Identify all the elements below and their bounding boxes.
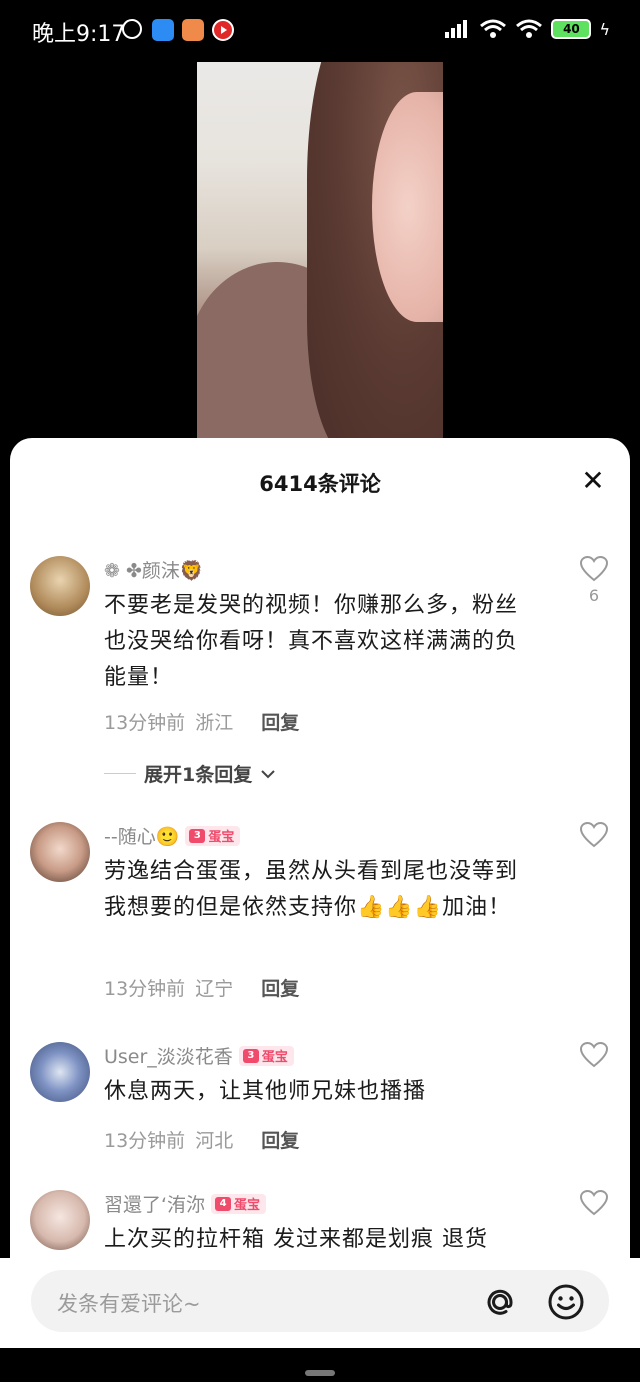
reply-button[interactable]: 回复 (261, 974, 299, 1001)
comment-text: 不要老是发哭的视频！你赚那么多，粉丝也没哭给你看呀！真不喜欢这样满满的负能量！ (104, 593, 519, 690)
comment-username[interactable]: User_淡淡花香 3 蛋宝 (104, 1042, 294, 1069)
video-frame (197, 12, 443, 442)
heart-icon (580, 1190, 608, 1216)
status-time: 晚上9:17 (32, 22, 126, 47)
badge-label: 蛋宝 (261, 1050, 288, 1065)
badge-level: 4 (215, 1196, 232, 1211)
comment-location: 浙江 (195, 712, 234, 734)
heart-icon (580, 556, 608, 582)
avatar[interactable] (30, 1190, 90, 1250)
app-notification-icon-2 (182, 19, 204, 41)
reply-button[interactable]: 回复 (261, 708, 299, 735)
chevron-down-icon (261, 769, 275, 778)
comment-input-placeholder: 发条有爱评论~ (57, 1292, 201, 1316)
battery-icon: 40 (551, 19, 592, 39)
badge-label: 蛋宝 (234, 1198, 261, 1213)
expand-label: 展开1条回复 (144, 764, 253, 786)
comment-location: 辽宁 (195, 978, 234, 1000)
heart-icon (580, 822, 608, 848)
avatar[interactable] (30, 1042, 90, 1102)
emoji-icon[interactable] (547, 1283, 585, 1321)
wifi-icon-2 (516, 19, 543, 38)
comment-meta: 13分钟前 浙江 回复 (104, 708, 299, 735)
fan-badge: 3 蛋宝 (185, 825, 241, 846)
comment-text: 劳逸结合蛋蛋，虽然从头看到尾也没等到我想要的但是依然支持你👍👍👍加油！ (104, 859, 519, 920)
badge-label: 蛋宝 (208, 830, 235, 845)
like-count: 6 (588, 586, 600, 605)
username-text: --随心🙂 (104, 826, 180, 848)
app-notification-icon (152, 19, 174, 41)
wifi-icon (480, 19, 507, 38)
username-text: ❁ ✤颜沫🦁 (104, 560, 204, 582)
mention-at-icon[interactable] (481, 1283, 519, 1321)
comment-username[interactable]: 習還了‘洧沵 4 蛋宝 (104, 1190, 267, 1217)
avatar[interactable] (30, 556, 90, 616)
username-text: User_淡淡花香 (104, 1046, 233, 1068)
comment-input[interactable]: 发条有爱评论~ (31, 1270, 609, 1332)
expand-divider (104, 773, 136, 774)
system-nav-bar (0, 1348, 640, 1382)
heart-icon (580, 1042, 608, 1068)
like-button[interactable] (580, 1042, 608, 1068)
video-app-icon (212, 19, 234, 41)
reply-button[interactable]: 回复 (261, 1126, 299, 1153)
badge-level: 3 (189, 828, 206, 843)
like-button[interactable] (580, 1190, 608, 1216)
comment-meta: 13分钟前 河北 回复 (104, 1126, 299, 1153)
signal-icon (445, 20, 468, 38)
close-icon[interactable]: ✕ (578, 466, 608, 496)
fan-badge: 3 蛋宝 (238, 1045, 294, 1066)
alarm-icon (122, 19, 142, 39)
comment-username[interactable]: --随心🙂 3 蛋宝 (104, 822, 241, 849)
comment-input-bar: 发条有爱评论~ (0, 1258, 640, 1348)
comments-sheet: 6414条评论 ✕ ❁ ✤颜沫🦁 不要老是发哭的视频！你赚那么多，粉丝也没哭给你… (10, 438, 630, 1358)
comment-text: 上次买的拉杆箱 发过来都是划痕 退货 (104, 1227, 488, 1252)
comment-meta: 13分钟前 辽宁 回复 (104, 974, 299, 1001)
badge-level: 3 (242, 1048, 259, 1063)
status-indicators: 40 ϟ (443, 18, 610, 40)
comment-time: 13分钟前 (104, 978, 186, 1000)
username-text: 習還了‘洧沵 (104, 1194, 206, 1216)
like-button[interactable]: 6 (580, 556, 608, 605)
fan-badge: 4 蛋宝 (211, 1193, 267, 1214)
charging-icon: ϟ (599, 19, 610, 39)
comment-time: 13分钟前 (104, 1130, 186, 1152)
comments-count-title: 6414条评论 (259, 472, 381, 496)
video-player[interactable] (0, 0, 640, 450)
status-bar: 晚上9:17 40 ϟ (0, 0, 640, 62)
comment-username[interactable]: ❁ ✤颜沫🦁 (104, 556, 204, 583)
comment-time: 13分钟前 (104, 712, 186, 734)
like-button[interactable] (580, 822, 608, 848)
home-handle[interactable] (305, 1370, 335, 1376)
comment-location: 河北 (195, 1130, 234, 1152)
expand-replies-button[interactable]: 展开1条回复 (104, 760, 276, 787)
avatar[interactable] (30, 822, 90, 882)
comment-text: 休息两天，让其他师兄妹也播播 (104, 1079, 427, 1104)
